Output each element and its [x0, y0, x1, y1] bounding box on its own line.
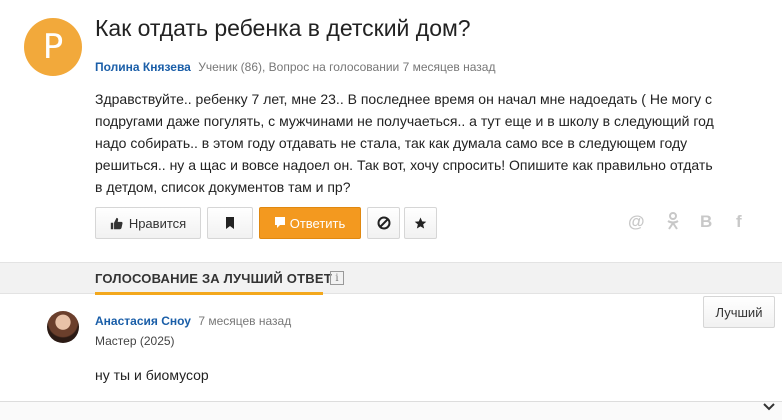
question-meta: Полина Князева Ученик (86), Вопрос на го…: [95, 60, 495, 74]
avatar-letter: P: [42, 27, 64, 67]
author-link[interactable]: Полина Князева: [95, 60, 191, 74]
favorite-button[interactable]: [404, 207, 437, 239]
block-button[interactable]: [367, 207, 400, 239]
body-line: надо собирать.. в этом году отдавать не …: [95, 135, 688, 151]
section-underline: [95, 292, 323, 295]
answer-label: Ответить: [289, 215, 346, 231]
best-answer-button[interactable]: Лучший: [703, 296, 775, 328]
star-icon: [414, 217, 427, 230]
answer-avatar[interactable]: [47, 311, 79, 343]
body-line: решиться.. ну а щас и вовсе надоел он. Т…: [95, 157, 713, 173]
like-button[interactable]: Нравится: [95, 207, 201, 239]
answer-author-link[interactable]: Анастасия Сноу: [95, 314, 191, 328]
answer-rank: Мастер (2025): [95, 334, 175, 348]
author-avatar[interactable]: P: [24, 18, 82, 76]
info-icon[interactable]: i: [330, 271, 344, 285]
mail-share-icon[interactable]: @: [628, 212, 645, 232]
answer-button[interactable]: Ответить: [259, 207, 361, 239]
body-line: в детдом, список документов там и пр?: [95, 179, 351, 195]
answer-time: 7 месяцев назад: [198, 314, 292, 328]
comment-icon: [274, 217, 285, 229]
body-line: Здравствуйте.. ребенку 7 лет, мне 23.. В…: [95, 91, 713, 107]
question-title: Как отдать ребенка в детский дом?: [95, 15, 471, 41]
vote-section-header: ГОЛОСОВАНИЕ ЗА ЛУЧШИЙ ОТВЕТ i: [0, 262, 782, 295]
vk-share-icon[interactable]: B: [700, 212, 712, 232]
thumbs-up-icon: [110, 217, 123, 230]
chevron-down-icon[interactable]: [762, 400, 776, 419]
question-body: Здравствуйте.. ребенку 7 лет, мне 23.. В…: [95, 88, 765, 198]
answer-text: ну ты и биомусор: [95, 367, 209, 383]
like-label: Нравится: [128, 215, 187, 231]
fb-share-icon[interactable]: f: [736, 212, 742, 232]
ok-share-icon[interactable]: [667, 212, 679, 235]
bottom-divider: [0, 401, 782, 420]
vote-section-title: ГОЛОСОВАНИЕ ЗА ЛУЧШИЙ ОТВЕТ: [95, 271, 332, 286]
bookmark-button[interactable]: [207, 207, 253, 239]
author-meta: Ученик (86), Вопрос на голосовании 7 мес…: [198, 60, 496, 74]
block-icon: [377, 216, 391, 230]
answer-meta: Анастасия Сноу 7 месяцев назад: [95, 314, 291, 328]
body-line: подругами даже погулять, с мужчинами не …: [95, 113, 714, 129]
bookmark-icon: [225, 217, 235, 229]
